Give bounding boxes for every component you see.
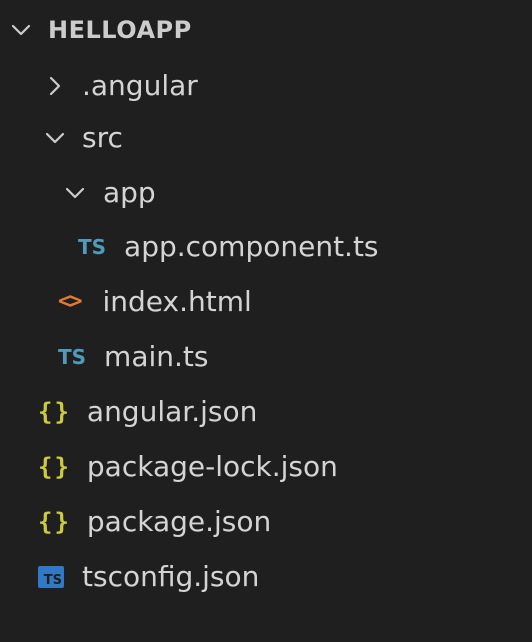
chevron-down-icon [10, 19, 32, 41]
chevron-right-icon [44, 75, 66, 97]
tree-item-label: app [103, 176, 156, 209]
json-file-icon: {} [38, 398, 71, 426]
tree-item-label: package-lock.json [86, 450, 338, 483]
tree-item-angular-json[interactable]: {} angular.json [0, 387, 532, 437]
tree-item-main-ts[interactable]: TS main.ts [0, 332, 532, 382]
tree-item-index-html[interactable]: <> index.html [0, 277, 532, 327]
html-file-icon: <> [58, 289, 82, 314]
json-file-icon: {} [38, 508, 71, 536]
tree-item-label: tsconfig.json [82, 560, 260, 593]
tree-item-app-component-ts[interactable]: TS app.component.ts [0, 222, 532, 272]
tree-item-label: angular.json [86, 395, 258, 428]
tree-item-label: src [82, 121, 123, 154]
tree-item-angular-folder[interactable]: .angular [0, 61, 532, 111]
tree-item-tsconfig-json[interactable]: TS tsconfig.json [0, 552, 532, 602]
tree-item-package-json[interactable]: {} package.json [0, 497, 532, 547]
tsconfig-file-icon: TS [38, 566, 64, 588]
root-folder-label: HELLOAPP [48, 16, 192, 44]
tree-item-label: index.html [102, 285, 252, 318]
tree-item-label: app.component.ts [124, 230, 379, 263]
tree-item-label: .angular [82, 69, 198, 102]
tree-item-package-lock-json[interactable]: {} package-lock.json [0, 442, 532, 492]
chevron-down-icon [44, 127, 66, 149]
typescript-file-icon: TS [58, 345, 87, 369]
tree-item-src-folder[interactable]: src [0, 113, 532, 163]
json-file-icon: {} [38, 453, 71, 481]
tree-item-label: package.json [86, 505, 272, 538]
chevron-down-icon [64, 182, 86, 204]
tree-item-label: main.ts [104, 340, 209, 373]
explorer-root-helloapp[interactable]: HELLOAPP [0, 5, 532, 55]
typescript-file-icon: TS [78, 235, 107, 259]
tree-item-app-folder[interactable]: app [0, 168, 532, 218]
file-explorer: HELLOAPP .angular src app TS app.compone… [0, 0, 532, 642]
